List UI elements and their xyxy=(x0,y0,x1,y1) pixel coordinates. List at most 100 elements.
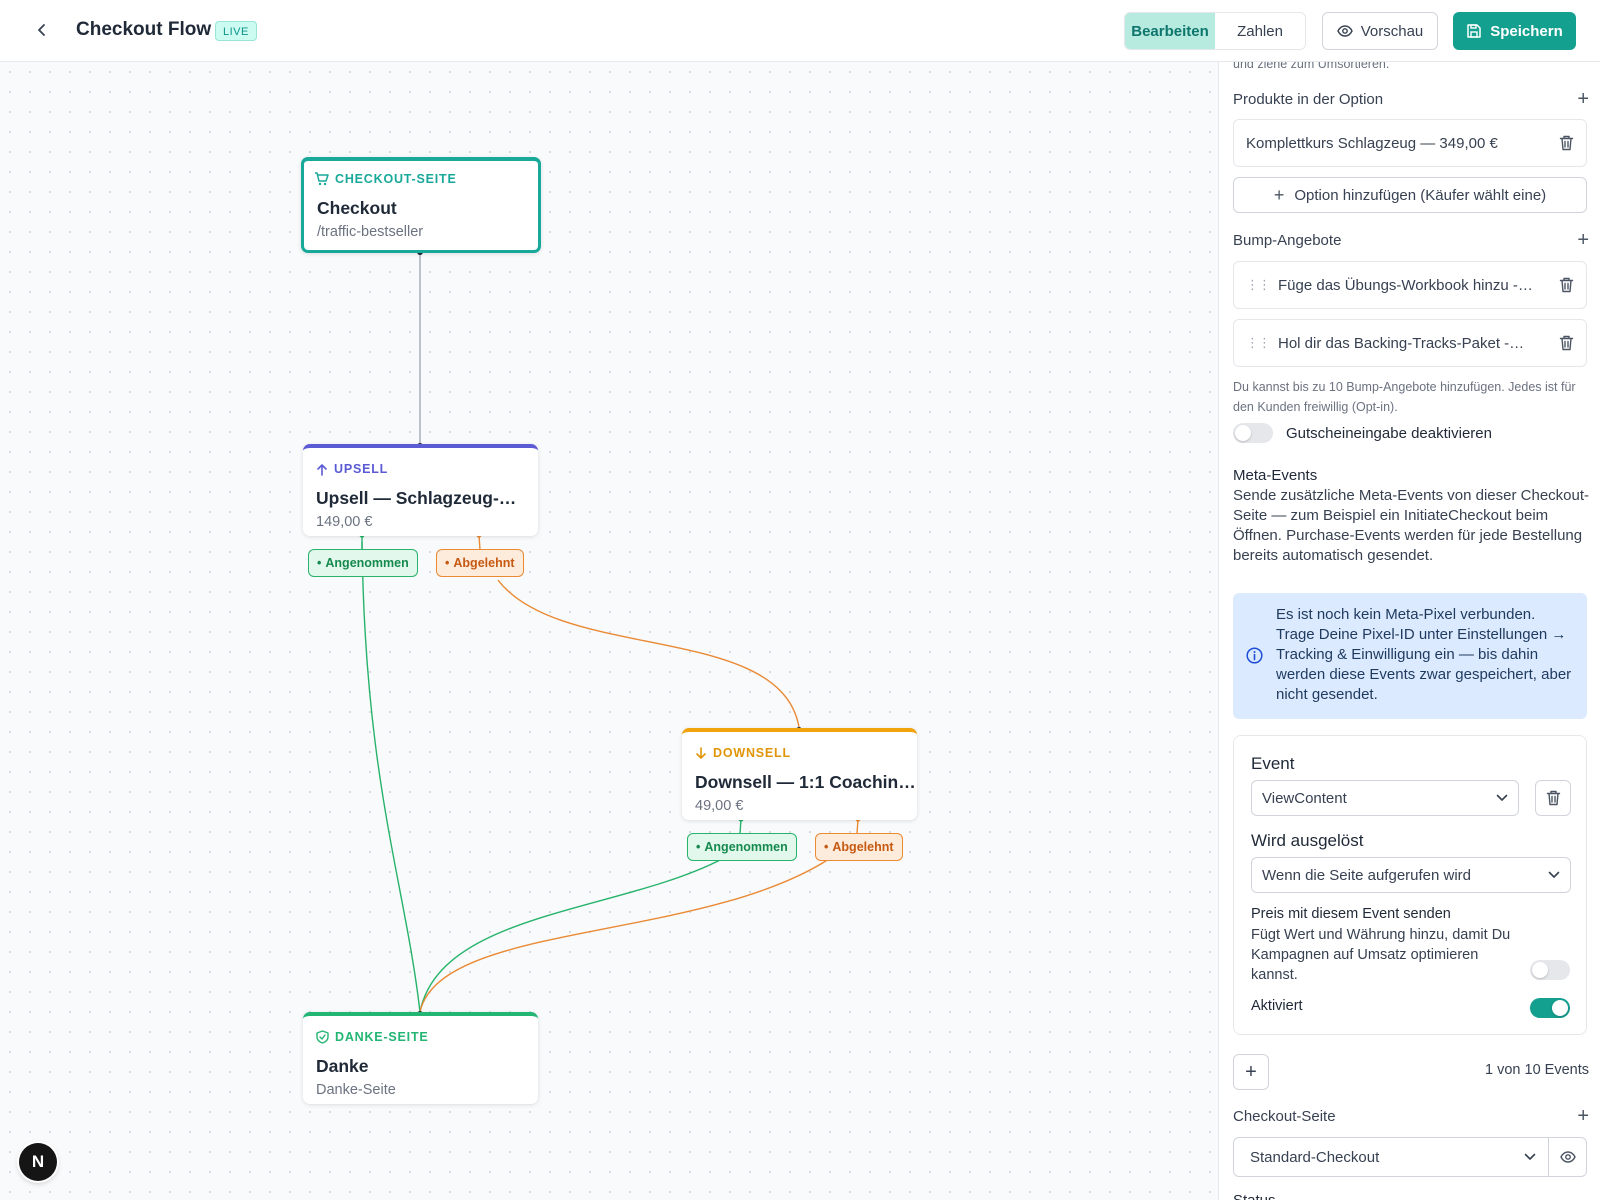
trash-icon[interactable] xyxy=(1559,277,1574,293)
downsell-rejected-label: Abgelehnt xyxy=(832,840,894,854)
node-thanks[interactable]: DANKE-SEITE Danke Danke-Seite xyxy=(303,1012,538,1104)
active-label: Aktiviert xyxy=(1251,998,1303,1014)
node-checkout-type-label: CHECKOUT-SEITE xyxy=(335,172,457,186)
mode-edit-button[interactable]: Bearbeiten xyxy=(1125,13,1215,49)
add-product-button[interactable]: + xyxy=(1577,89,1589,109)
preview-button[interactable]: Vorschau xyxy=(1322,12,1438,50)
node-upsell-subtitle: 149,00 € xyxy=(316,514,373,530)
trash-icon xyxy=(1546,790,1560,806)
save-label: Speichern xyxy=(1490,22,1563,40)
reorder-hint: und ziehe zum Umsortieren. xyxy=(1233,62,1390,71)
trigger-select[interactable]: Wenn die Seite aufgerufen wird xyxy=(1251,857,1571,893)
price-toggle[interactable] xyxy=(1530,960,1570,980)
node-downsell-type: DOWNSELL xyxy=(695,746,791,760)
node-thanks-type-label: DANKE-SEITE xyxy=(335,1030,429,1044)
price-title: Preis mit diesem Event senden xyxy=(1251,906,1451,922)
bump-label: Füge das Übungs-Workbook hinzu -… xyxy=(1278,276,1533,294)
trash-icon[interactable] xyxy=(1559,135,1574,151)
info-text: Es ist noch kein Meta-Pixel verbunden. T… xyxy=(1276,606,1572,703)
settings-panel: und ziehe zum Umsortieren. Produkte in d… xyxy=(1220,62,1600,1200)
add-event-button[interactable]: + xyxy=(1233,1054,1269,1090)
downsell-rejected-pill[interactable]: • Abgelehnt xyxy=(815,833,903,861)
bump-row[interactable]: ⋮⋮ Füge das Übungs-Workbook hinzu -… xyxy=(1233,261,1587,309)
eye-icon xyxy=(1336,25,1353,37)
node-thanks-title: Danke xyxy=(316,1056,369,1076)
product-label: Komplettkurs Schlagzeug — 349,00 € xyxy=(1246,134,1498,152)
node-checkout-title: Checkout xyxy=(317,198,397,218)
event-label: Event xyxy=(1251,754,1295,773)
chevron-down-icon xyxy=(1548,871,1560,878)
checkout-page-dropdown[interactable]: Standard-Checkout xyxy=(1234,1138,1548,1176)
node-upsell[interactable]: UPSELL Upsell — Schlagzeug-… 149,00 € xyxy=(303,444,538,536)
meta-events-description: Sende zusätzliche Meta-Events von dieser… xyxy=(1233,487,1590,564)
back-button[interactable] xyxy=(28,16,56,44)
node-downsell[interactable]: DOWNSELL Downsell — 1:1 Coachin… 49,00 € xyxy=(682,728,917,820)
top-bar: Checkout Flow LIVE Bearbeiten Zahlen Vor… xyxy=(0,0,1600,62)
info-icon xyxy=(1246,647,1263,664)
trash-icon[interactable] xyxy=(1559,335,1574,351)
node-upsell-title: Upsell — Schlagzeug-… xyxy=(316,488,517,508)
trigger-label: Wird ausgelöst xyxy=(1251,831,1364,850)
arrow-up-icon xyxy=(317,463,327,476)
node-checkout[interactable]: CHECKOUT-SEITE Checkout /traffic-bestsel… xyxy=(301,157,541,253)
checkout-page-value: Standard-Checkout xyxy=(1250,1148,1380,1166)
checkout-page-title: Checkout-Seite xyxy=(1233,1107,1336,1125)
event-count: 1 von 10 Events xyxy=(1485,1062,1589,1078)
downsell-accepted-pill[interactable]: • Angenommen xyxy=(687,833,797,861)
node-upsell-type-label: UPSELL xyxy=(334,462,389,476)
arrow-down-icon xyxy=(696,746,706,759)
products-title: Produkte in der Option xyxy=(1233,90,1384,108)
upsell-accepted-pill[interactable]: • Angenommen xyxy=(308,549,418,577)
meta-events-title: Meta-Events xyxy=(1233,467,1318,484)
page-title: Checkout Flow xyxy=(76,19,212,40)
add-bump-button[interactable]: + xyxy=(1577,230,1589,250)
active-toggle[interactable] xyxy=(1530,998,1570,1018)
shield-check-icon xyxy=(316,1030,329,1044)
save-button[interactable]: Speichern xyxy=(1453,12,1576,50)
node-downsell-title: Downsell — 1:1 Coachin… xyxy=(695,772,916,792)
drag-handle-icon[interactable]: ⋮⋮ xyxy=(1246,277,1271,293)
bump-row[interactable]: ⋮⋮ Hol dir das Backing-Tracks-Paket -… xyxy=(1233,319,1587,367)
drag-handle-icon[interactable]: ⋮⋮ xyxy=(1246,335,1271,351)
coupon-toggle[interactable] xyxy=(1233,423,1273,443)
bumps-section-header: Bump-Angebote + xyxy=(1233,228,1589,252)
flow-edges xyxy=(359,249,861,1017)
add-option-button[interactable]: + Option hinzufügen (Käufer wählt eine) xyxy=(1233,177,1587,213)
chevron-left-icon xyxy=(38,24,45,36)
trigger-select-value: Wenn die Seite aufgerufen wird xyxy=(1262,866,1472,884)
price-description: Fügt Wert und Währung hinzu, damit Du Ka… xyxy=(1251,927,1511,983)
downsell-accepted-label: Angenommen xyxy=(704,840,788,854)
product-row[interactable]: Komplettkurs Schlagzeug — 349,00 € xyxy=(1233,119,1587,167)
node-thanks-type: DANKE-SEITE xyxy=(316,1030,429,1044)
event-select[interactable]: ViewContent xyxy=(1251,780,1519,816)
event-card: Event ViewContent Wird ausgelöst Wenn di… xyxy=(1233,735,1587,1035)
mode-numbers-button[interactable]: Zahlen xyxy=(1215,13,1305,49)
bumps-title: Bump-Angebote xyxy=(1233,231,1342,249)
add-checkout-page-button[interactable]: + xyxy=(1577,1106,1589,1126)
preview-checkout-page-button[interactable] xyxy=(1548,1138,1586,1176)
add-option-label: Option hinzufügen (Käufer wählt eine) xyxy=(1294,186,1547,204)
chevron-down-icon xyxy=(1496,794,1508,801)
checkout-page-section-header: Checkout-Seite + xyxy=(1233,1104,1589,1128)
event-select-value: ViewContent xyxy=(1262,789,1347,807)
upsell-rejected-pill[interactable]: • Abgelehnt xyxy=(436,549,524,577)
checkout-page-select: Standard-Checkout xyxy=(1233,1137,1587,1177)
info-box: Es ist noch kein Meta-Pixel verbunden. T… xyxy=(1233,593,1587,719)
eye-icon xyxy=(1559,1151,1576,1163)
node-checkout-subtitle: /traffic-bestseller xyxy=(317,224,424,240)
avatar[interactable]: N xyxy=(19,1143,57,1181)
mode-toggle: Bearbeiten Zahlen xyxy=(1124,12,1306,50)
delete-event-button[interactable] xyxy=(1535,780,1571,816)
node-upsell-type: UPSELL xyxy=(316,462,388,476)
save-icon xyxy=(1467,24,1481,38)
bump-label: Hol dir das Backing-Tracks-Paket -… xyxy=(1278,334,1525,352)
plus-icon: + xyxy=(1273,185,1285,205)
node-checkout-type: CHECKOUT-SEITE xyxy=(314,172,457,186)
upsell-rejected-label: Abgelehnt xyxy=(453,556,515,570)
status-label: Status xyxy=(1233,1192,1276,1200)
flow-canvas[interactable]: CHECKOUT-SEITE Checkout /traffic-bestsel… xyxy=(0,62,1219,1200)
bumps-hint: Du kannst bis zu 10 Bump-Angebote hinzuf… xyxy=(1233,380,1576,414)
node-thanks-subtitle: Danke-Seite xyxy=(316,1082,396,1098)
coupon-row: Gutscheineingabe deaktivieren xyxy=(1233,423,1492,443)
node-downsell-type-label: DOWNSELL xyxy=(713,746,791,760)
